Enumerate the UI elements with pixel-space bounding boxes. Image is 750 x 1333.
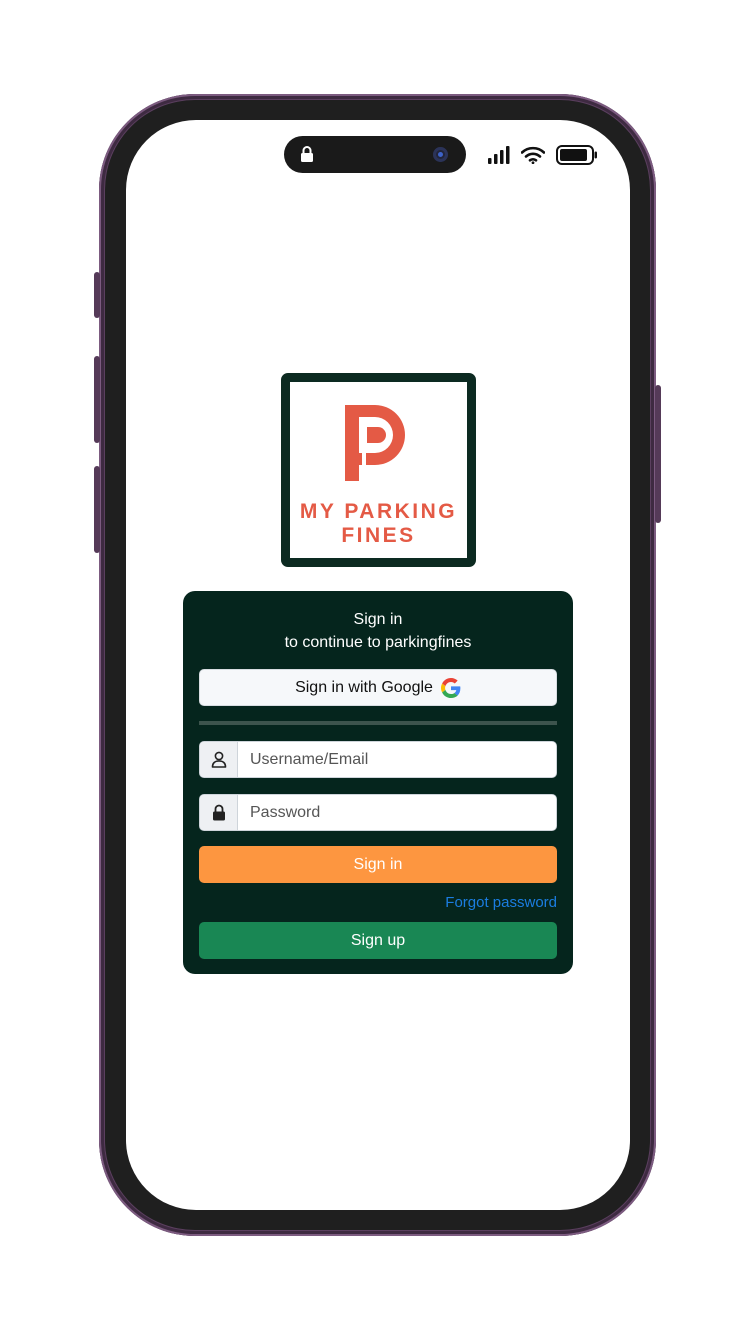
logo-text-line2: FINES xyxy=(341,524,416,547)
lock-icon xyxy=(200,795,238,830)
divider xyxy=(199,721,557,725)
volume-up-button xyxy=(94,356,100,443)
user-icon xyxy=(200,742,238,777)
lock-icon xyxy=(301,146,313,162)
power-button xyxy=(655,385,661,523)
google-signin-button[interactable]: Sign in with Google xyxy=(199,669,557,706)
front-camera xyxy=(433,147,448,162)
app-logo: MY PARKING FINES xyxy=(281,373,476,567)
password-input-group xyxy=(199,794,557,831)
signin-button[interactable]: Sign in xyxy=(199,846,557,883)
action-button xyxy=(94,272,100,318)
status-bar xyxy=(488,143,598,167)
google-signin-label: Sign in with Google xyxy=(295,678,433,696)
battery-icon xyxy=(556,145,597,165)
password-input[interactable] xyxy=(238,795,556,830)
logo-text-line1: MY PARKING xyxy=(299,500,458,523)
username-email-input[interactable] xyxy=(238,742,556,777)
signin-subtitle: to continue to parkingfines xyxy=(284,634,472,651)
google-icon xyxy=(440,677,461,698)
signin-title: Sign in xyxy=(353,611,403,628)
forgot-password-link[interactable]: Forgot password xyxy=(445,894,557,911)
parking-p-logo-icon xyxy=(345,405,405,481)
dynamic-island xyxy=(284,136,466,173)
signup-button[interactable]: Sign up xyxy=(199,922,557,959)
signin-card: Sign in to continue to parkingfines Sign… xyxy=(183,591,573,974)
cellular-signal-icon xyxy=(488,146,510,164)
username-input-group xyxy=(199,741,557,778)
volume-down-button xyxy=(94,466,100,553)
wifi-icon xyxy=(521,146,545,164)
